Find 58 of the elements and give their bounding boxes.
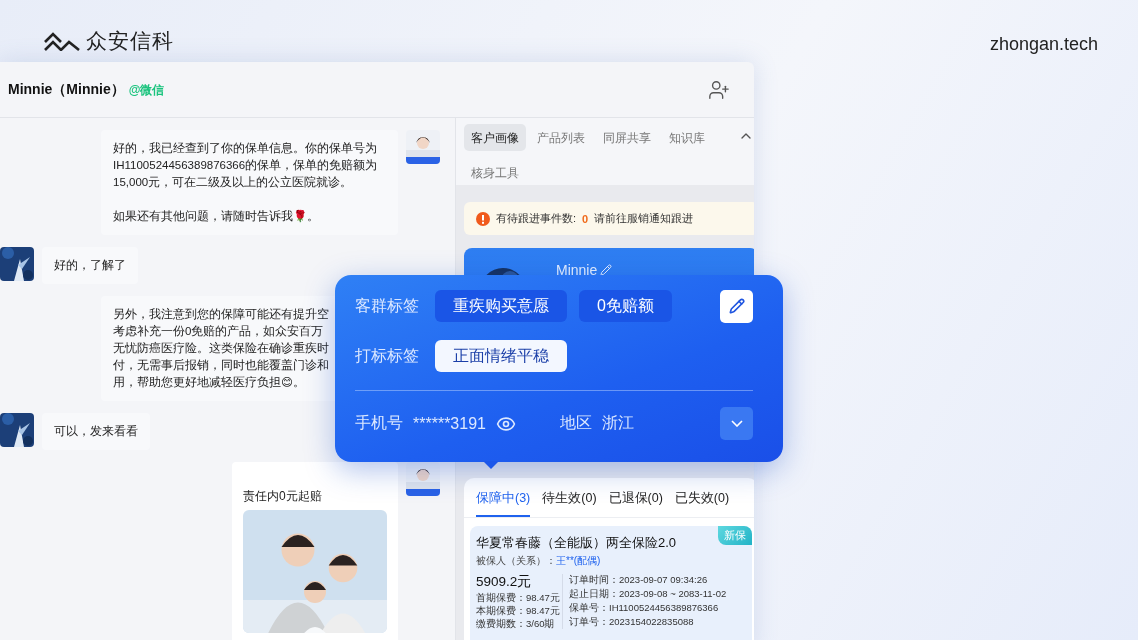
panel-tab[interactable]: 客户画像 [464,124,526,151]
policy-tab[interactable]: 待生效(0) [542,488,597,517]
message-line: 用，帮助您更好地减轻医疗负担😊。 [113,375,305,390]
panel-tab[interactable]: 核身工具 [464,159,526,186]
insured-label: 被保人（关系）： [476,554,556,568]
message-line: 15,000元，可在二级及以上的公立医院就诊。 [113,175,353,190]
product-card[interactable]: 责任内0元起赔 [232,462,398,640]
policy-tab[interactable]: 保障中(3) [476,488,531,517]
edit-icon[interactable] [600,264,613,276]
policy-detail: 起止日期：2023-09-08 ~ 2083-11-02 [569,588,727,599]
policy-tab[interactable]: 已退保(0) [608,488,663,517]
policy-detail: 本期保费：98.47元 [476,605,561,616]
policy-title: 华夏常春藤（全能版）两全保险2.0 [476,535,677,551]
chevron-down-icon [730,420,743,427]
message-line: 好的，了解了 [54,258,126,273]
message-line: 考虑补充一份0免赔的产品，如众安百万 [113,324,324,339]
message-line: 好的，我已经查到了你的保单信息。你的保单号为 [113,141,377,156]
expand-button[interactable] [720,407,753,440]
premium-amount: 5909.2元 [476,574,533,590]
alert-hint: 请前往服销通知跟进 [594,211,694,226]
policy-detail: 缴费期数：3/60期 [476,618,556,629]
region-label: 地区 [559,413,592,433]
message-line: 可以，发来看看 [54,424,138,439]
customer-tag: 0免赔额 [579,290,672,322]
message-line: 付，无需事后报销，同时也能覆盖门诊和 [113,358,329,373]
region-value: 浙江 [601,413,634,433]
domain-text: zhongan.tech [989,34,1098,55]
policy-tab[interactable]: 已失效(0) [674,488,730,517]
policy-detail: 订单号：2023154022835088 [569,616,695,627]
alert-label: 有待跟进事件数: [496,211,577,226]
policy-detail: 保单号：IH1100524456389876366 [569,602,720,613]
message-line: 如果还有其他问题，请随时告诉我🌹。 [113,208,319,224]
alert-count: 0 [582,212,589,225]
panel-tab[interactable]: 同屏共享 [596,124,658,151]
tag-group-label: 打标标签 [355,345,420,366]
logo-icon [44,31,80,51]
tag-group-label: 客群标签 [355,295,420,316]
message-line: IH1100524456389876366的保单，保单的免赔额为 [113,158,378,173]
channel-label: @微信 [128,81,165,99]
panel-tab[interactable]: 产品列表 [530,124,592,151]
contact-name: Minnie（Minnie） [8,80,125,99]
profile-name: Minnie [556,262,598,278]
logo-text: 众安信科 [86,28,174,54]
policy-item[interactable]: 新保 华夏常春藤（全能版）两全保险2.0 被保人（关系）：王**(配偶) 5909.2元 首期保费：98.47元 本期保费：98.47元 缴费期数：3/60期 订单时间：2023-09-07 09:34:26 起止日期：2023-09-08 ~ 2083-11-02 保单号：IH1100524456389876366 订单号：2023154022835088 [470,526,752,640]
warning-icon [476,211,490,226]
message-line: 无忧防癌医疗险。这类保险在确诊重疾时 [113,341,329,356]
message-line: 另外，我注意到您的保障可能还有提升空 [113,307,329,322]
pencil-icon [728,298,745,314]
new-badge: 新保 [718,526,752,545]
panel-tab[interactable]: 知识库 [662,124,712,151]
insured-link[interactable]: 王**(配偶) [556,554,601,568]
customer-tag: 正面情绪平稳 [435,340,567,372]
phone-label: 手机号 [355,413,403,433]
policy-detail: 首期保费：98.47元 [476,592,561,603]
edit-tags-button[interactable] [720,289,753,323]
policy-detail: 订单时间：2023-09-07 09:34:26 [569,574,709,585]
card-title: 责任内0元起赔 [243,488,323,505]
phone-number: ******3191 [413,414,486,433]
